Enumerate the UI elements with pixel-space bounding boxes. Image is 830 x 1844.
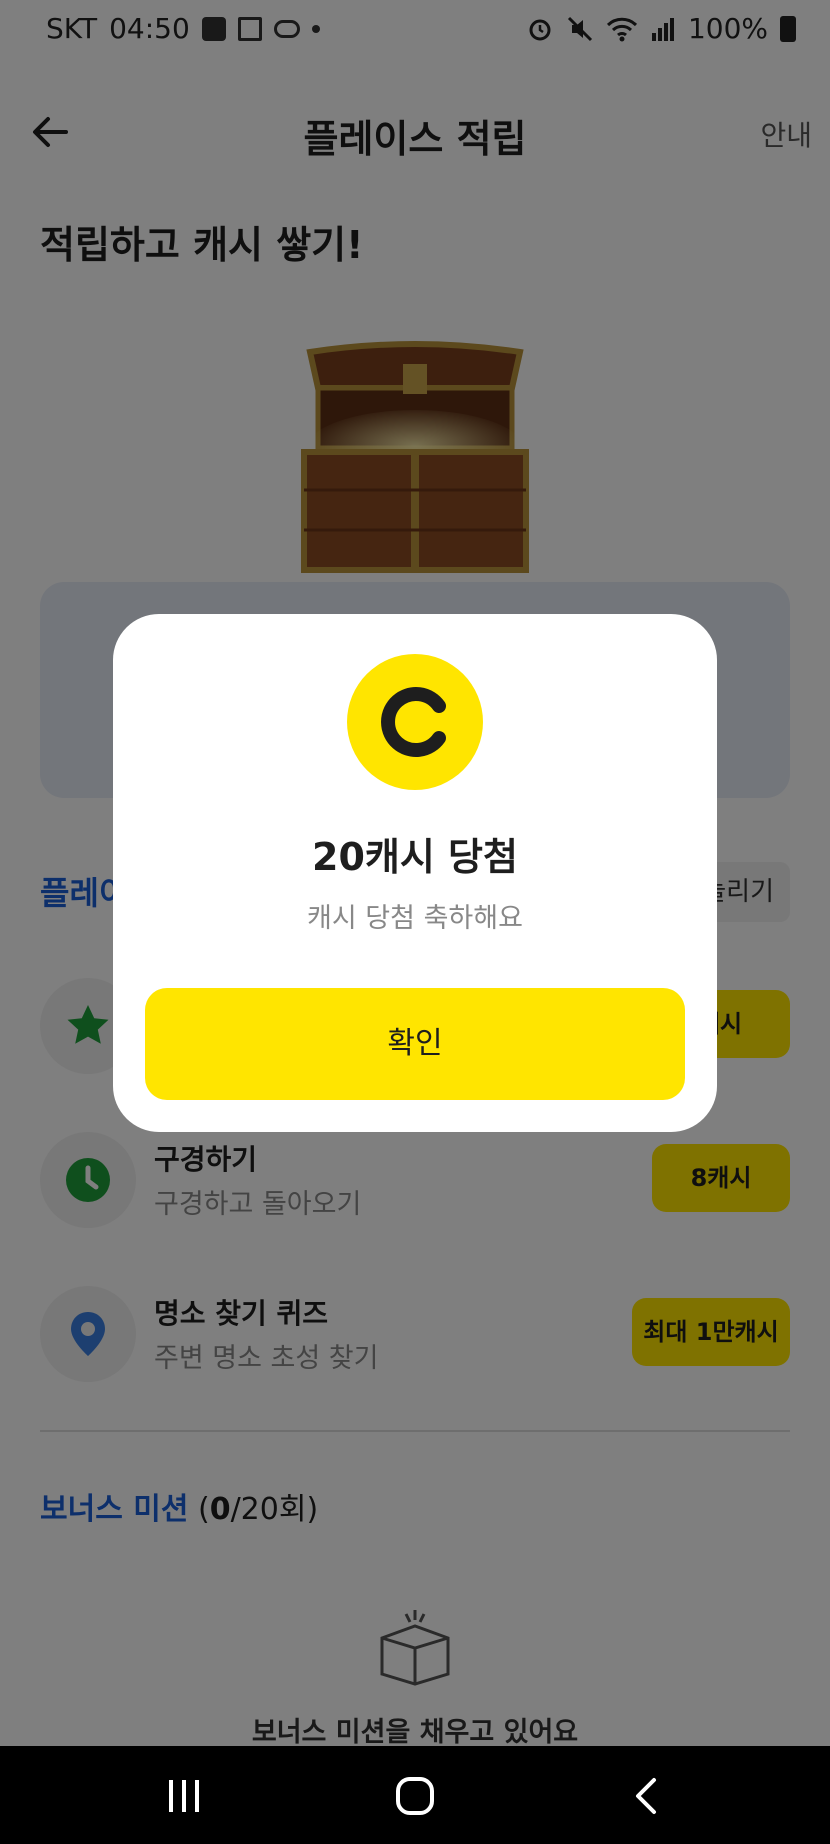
cash-c-icon xyxy=(381,687,446,757)
recent-apps-icon[interactable] xyxy=(160,1772,208,1820)
reward-modal: 20캐시 당첨 캐시 당첨 축하해요 확인 xyxy=(113,614,717,1132)
home-icon[interactable] xyxy=(391,1772,439,1820)
modal-subtitle: 캐시 당첨 축하해요 xyxy=(307,903,523,934)
back-nav-icon[interactable] xyxy=(624,1772,672,1820)
page: SKT 04:50 100% 플레이스 적립 안내 적립하고 캐시 쌓기! xyxy=(0,0,830,1746)
confirm-button[interactable]: 확인 xyxy=(145,988,685,1100)
modal-title: 20캐시 당첨 xyxy=(312,835,518,879)
system-nav-bar xyxy=(0,1746,830,1844)
cash-coin-icon xyxy=(347,654,483,790)
